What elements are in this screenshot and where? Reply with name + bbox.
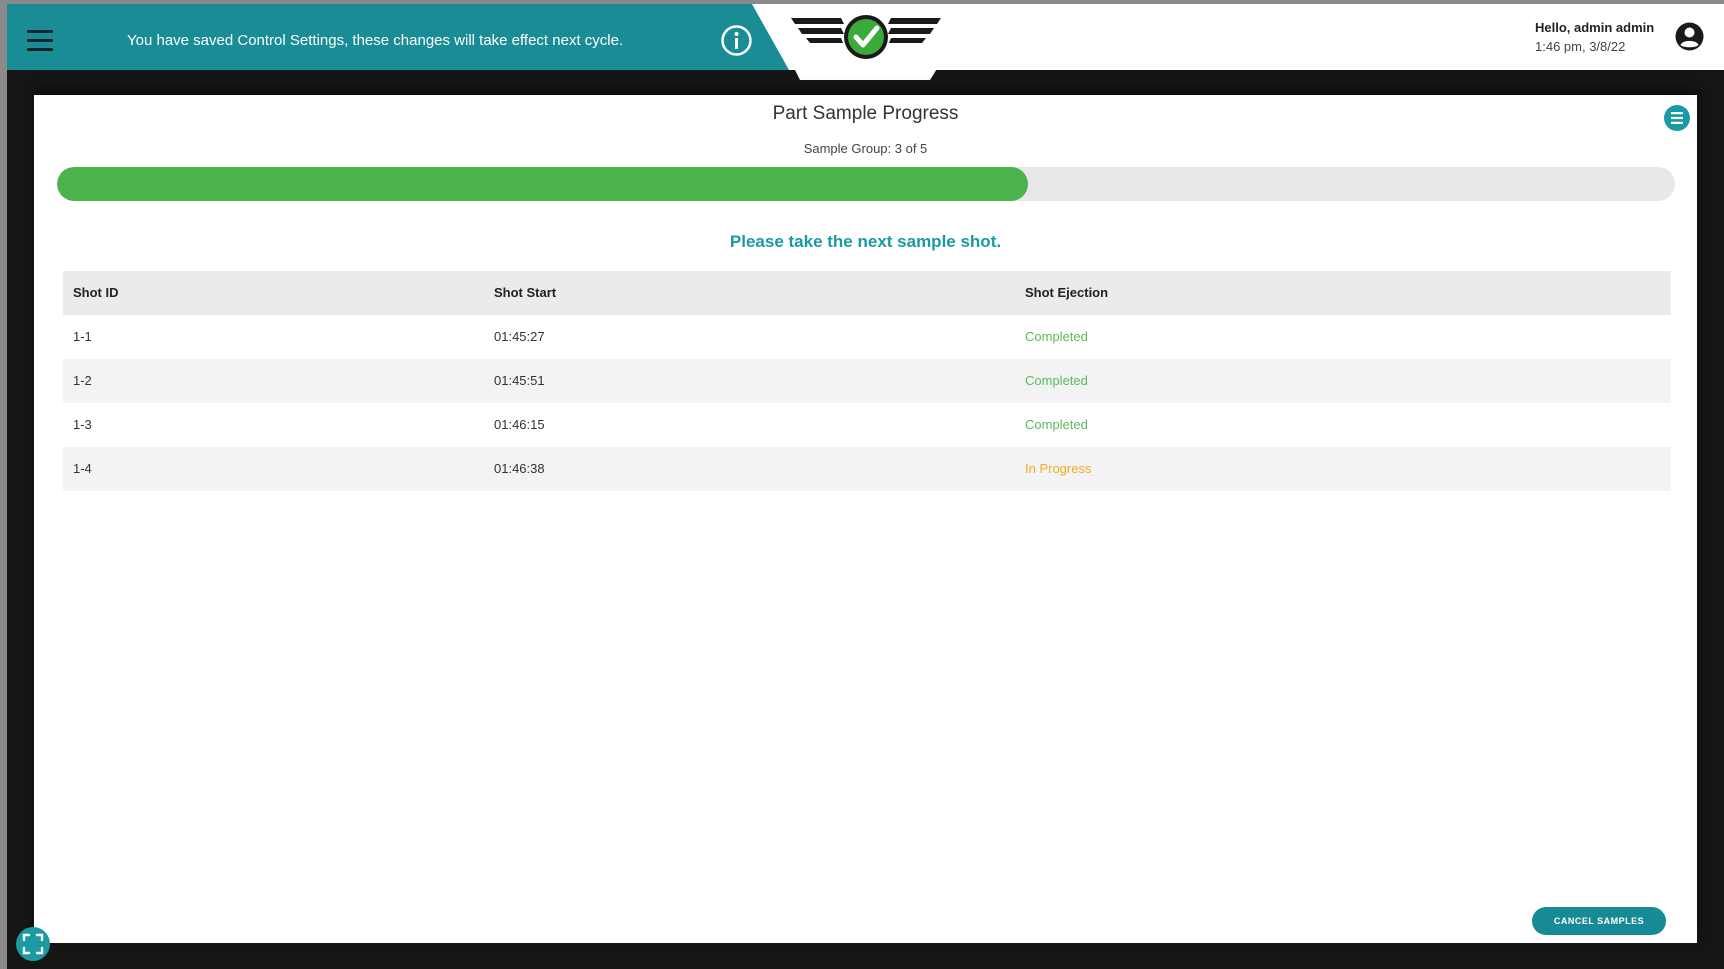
list-menu-icon[interactable] bbox=[1663, 104, 1691, 132]
sample-group-label: Sample Group: 3 of 5 bbox=[803, 141, 928, 156]
info-icon[interactable] bbox=[720, 24, 753, 57]
shot-ejection-status: Completed bbox=[1025, 373, 1088, 388]
shot-ejection-status: Completed bbox=[1025, 329, 1088, 344]
user-greeting: Hello, admin admin bbox=[1535, 20, 1655, 35]
table-row: 1-1 01:45:27 Completed bbox=[63, 315, 1671, 359]
sample-progress-bar bbox=[57, 167, 1675, 201]
progress-fill bbox=[57, 167, 1028, 201]
column-header-shot-ejection: Shot Ejection bbox=[1025, 285, 1109, 300]
column-header-shot-id: Shot ID bbox=[73, 285, 119, 300]
table-row: 1-3 01:46:15 Completed bbox=[63, 403, 1671, 447]
table-row: 1-4 01:46:38 In Progress bbox=[63, 447, 1671, 491]
panel-title: Part Sample Progress bbox=[772, 103, 959, 124]
notification-banner: You have saved Control Settings, these c… bbox=[7, 4, 789, 70]
column-header-shot-start: Shot Start bbox=[494, 285, 557, 300]
user-timestamp: 1:46 pm, 3/8/22 bbox=[1535, 39, 1626, 54]
table-row: 1-2 01:45:51 Completed bbox=[63, 359, 1671, 403]
sample-progress-panel: Part Sample Progress Sample Group: 3 of … bbox=[34, 95, 1697, 943]
hamburger-icon[interactable] bbox=[27, 30, 53, 52]
table-header-row: Shot ID Shot Start Shot Ejection bbox=[63, 271, 1671, 315]
banner-message: You have saved Control Settings, these c… bbox=[127, 32, 624, 49]
shot-start-cell: 01:46:15 bbox=[494, 417, 545, 432]
sample-prompt: Please take the next sample shot. bbox=[729, 232, 1002, 251]
shot-start-cell: 01:45:27 bbox=[494, 329, 545, 344]
shot-ejection-status: Completed bbox=[1025, 417, 1088, 432]
shots-table: Shot ID Shot Start Shot Ejection 1-1 01:… bbox=[63, 271, 1671, 491]
fullscreen-icon[interactable] bbox=[15, 926, 51, 962]
shot-id-cell: 1-3 bbox=[73, 417, 92, 432]
shot-start-cell: 01:45:51 bbox=[494, 373, 545, 388]
checkmark-wings-logo bbox=[791, 15, 941, 59]
shot-id-cell: 1-4 bbox=[73, 461, 92, 476]
shot-id-cell: 1-1 bbox=[73, 329, 92, 344]
shot-id-cell: 1-2 bbox=[73, 373, 92, 388]
shot-start-cell: 01:46:38 bbox=[494, 461, 545, 476]
cancel-samples-button[interactable]: CANCEL SAMPLES bbox=[1532, 907, 1666, 935]
account-circle-icon[interactable] bbox=[1674, 21, 1705, 52]
shot-ejection-status: In Progress bbox=[1025, 461, 1092, 476]
